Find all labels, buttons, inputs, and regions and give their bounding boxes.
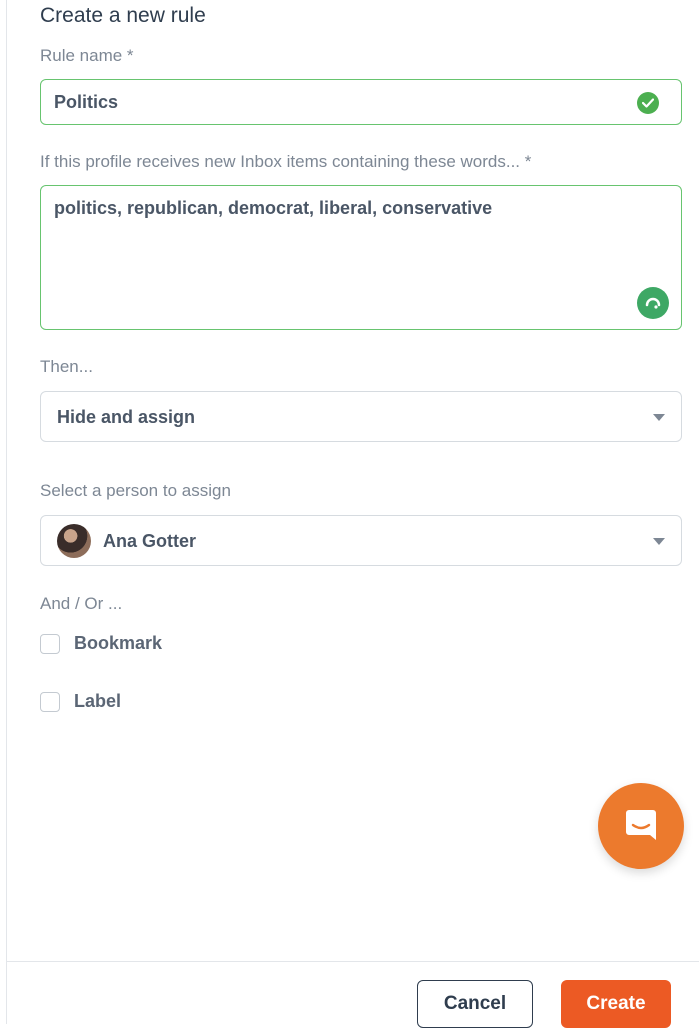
label-option[interactable]: Label [40,691,121,712]
keywords-textarea[interactable]: politics, republican, democrat, liberal,… [40,185,682,330]
rule-name-field[interactable]: Politics [40,79,682,125]
bookmark-label: Bookmark [74,633,163,653]
assignee-select[interactable]: Ana Gotter [40,515,682,566]
chat-icon [621,804,661,849]
page-title: Create a new rule [40,4,206,27]
then-label: Then... [40,357,93,376]
chevron-down-icon [653,537,665,545]
cancel-button[interactable]: Cancel [417,980,533,1028]
keywords-value: politics, republican, democrat, liberal,… [54,198,493,218]
rule-name-label: Rule name * [40,46,134,65]
label-checkbox[interactable] [40,691,60,712]
action-select[interactable]: Hide and assign [40,391,682,442]
panel-left-border [0,0,7,1024]
create-button[interactable]: Create [561,980,671,1028]
rule-name-value: Politics [54,92,119,112]
chevron-down-icon [653,413,665,421]
bookmark-option[interactable]: Bookmark [40,633,162,654]
assignee-select-value: Ana Gotter [103,531,197,551]
check-circle-icon [637,92,659,114]
and-or-label: And / Or ... [40,594,123,613]
assign-label: Select a person to assign [40,481,231,500]
label-option-label: Label [74,691,122,711]
grammarly-icon[interactable] [637,287,669,319]
footer-divider [6,961,699,962]
avatar [57,524,91,558]
keywords-label: If this profile receives new Inbox items… [40,152,532,171]
action-select-value: Hide and assign [57,407,196,427]
bookmark-checkbox[interactable] [40,633,60,654]
chat-launcher-button[interactable] [598,783,684,869]
